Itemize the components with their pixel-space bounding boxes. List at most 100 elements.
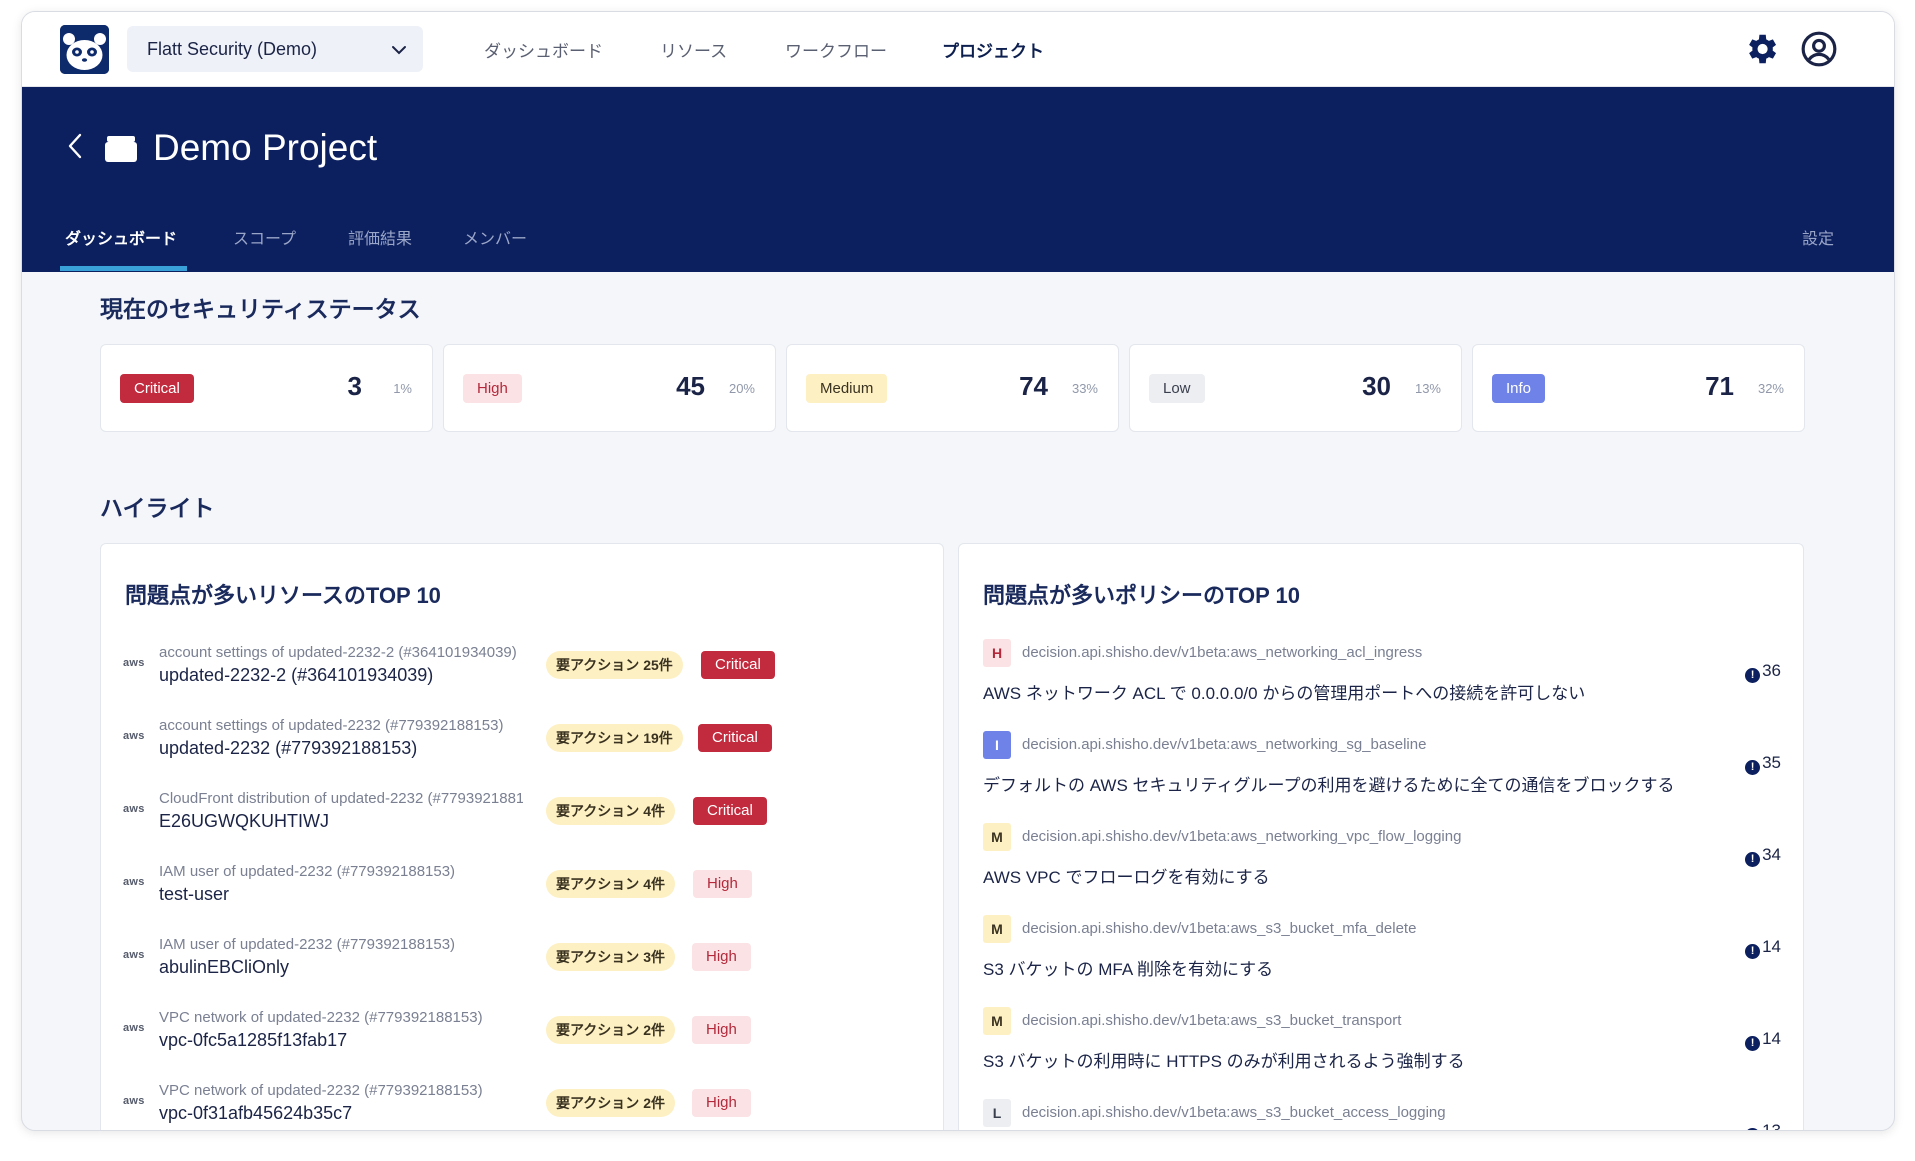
severity-badge: High — [693, 870, 752, 898]
action-required-badge: 要アクション 2件 — [546, 1089, 675, 1117]
aws-icon: aws — [123, 1022, 145, 1034]
project-title: Demo Project — [153, 127, 378, 168]
organization-select[interactable]: Flatt Security (Demo) — [127, 26, 423, 72]
action-required-badge: 要アクション 25件 — [546, 651, 683, 679]
tab-dashboard[interactable]: ダッシュボード — [65, 225, 177, 249]
policy-description: AWS VPC でフローログを有効にする — [983, 868, 1270, 887]
severity-badge: Info — [1492, 374, 1546, 403]
nav-resources[interactable]: リソース — [660, 37, 727, 62]
project-settings-link[interactable]: 設定 — [1802, 225, 1834, 249]
severity-badge: High — [463, 374, 522, 403]
tab-evaluation-results[interactable]: 評価結果 — [348, 225, 412, 249]
severity-letter-badge: M — [983, 823, 1011, 851]
nav-projects[interactable]: プロジェクト — [942, 37, 1044, 62]
severity-letter-badge: I — [983, 731, 1011, 759]
severity-letter-badge: H — [983, 639, 1011, 667]
resource-description: account settings of updated-2232 (#77939… — [159, 717, 504, 734]
tab-scope[interactable]: スコープ — [233, 225, 296, 249]
severity-badge: High — [692, 1089, 751, 1117]
top-resources-title: 問題点が多いリソースのTOP 10 — [125, 583, 441, 608]
active-tab-indicator — [60, 266, 187, 271]
resource-name: vpc-0f31afb45624b35c7 — [159, 1103, 353, 1123]
severity-percent: 1% — [393, 381, 412, 396]
top-resources-panel: 問題点が多いリソースのTOP 10 aws account settings o… — [100, 543, 944, 1130]
top-policies-panel: 問題点が多いポリシーのTOP 10 H decision.api.shisho.… — [958, 543, 1804, 1130]
nav-workflows[interactable]: ワークフロー — [785, 37, 887, 62]
resource-row[interactable]: aws VPC network of updated-2232 (#779392… — [101, 1001, 943, 1061]
resource-row[interactable]: aws IAM user of updated-2232 (#779392188… — [101, 928, 943, 988]
policy-row[interactable]: M decision.api.shisho.dev/v1beta:aws_net… — [959, 823, 1803, 915]
status-card-info[interactable]: Info 71 32% — [1472, 344, 1805, 432]
back-arrow-icon[interactable] — [64, 129, 88, 163]
highlights-title: ハイライト — [100, 495, 215, 521]
resource-description: VPC network of updated-2232 (#7793921881… — [159, 1009, 483, 1026]
severity-percent: 13% — [1414, 381, 1441, 396]
resource-name: abulinEBCliOnly — [159, 957, 290, 977]
aws-icon: aws — [123, 876, 145, 888]
resource-row[interactable]: aws CloudFront distribution of updated-2… — [101, 782, 943, 842]
severity-badge: Medium — [806, 374, 888, 403]
alert-icon: ! — [1745, 944, 1761, 959]
aws-icon: aws — [123, 730, 145, 742]
policy-row[interactable]: H decision.api.shisho.dev/v1beta:aws_net… — [959, 639, 1803, 731]
resource-name: vpc-0fc5a1285f13fab17 — [159, 1030, 348, 1050]
severity-badge: Critical — [693, 797, 767, 825]
top-bar: Flatt Security (Demo) ダッシュボード リソース ワークフロ… — [22, 12, 1894, 87]
status-card-critical[interactable]: Critical 3 1% — [100, 344, 433, 432]
resource-row[interactable]: aws account settings of updated-2232-2 (… — [101, 636, 943, 696]
policy-description: S3 バケットの MFA 削除を有効にする — [983, 960, 1274, 979]
aws-icon: aws — [123, 803, 145, 815]
resource-description: VPC network of updated-2232 (#7793921881… — [159, 1082, 483, 1099]
resource-description: IAM user of updated-2232 (#779392188153) — [159, 863, 456, 880]
alert-icon: ! — [1745, 760, 1761, 775]
resource-row[interactable]: aws IAM user of updated-2232 (#779392188… — [101, 855, 943, 915]
project-folder-icon — [105, 136, 137, 162]
alert-icon: ! — [1745, 852, 1761, 867]
action-required-badge: 要アクション 2件 — [546, 1016, 675, 1044]
severity-count: 3 — [347, 371, 362, 401]
status-card-high[interactable]: High 45 20% — [443, 344, 776, 432]
app-window: Flatt Security (Demo) ダッシュボード リソース ワークフロ… — [21, 11, 1895, 1131]
severity-count: 74 — [1019, 371, 1048, 401]
policy-issue-count: ! 14 — [1745, 937, 1781, 959]
policy-row[interactable]: M decision.api.shisho.dev/v1beta:aws_s3_… — [959, 1007, 1803, 1099]
nav-dashboard[interactable]: ダッシュボード — [484, 37, 603, 62]
severity-percent: 33% — [1071, 381, 1098, 396]
app-logo-icon[interactable] — [60, 25, 109, 74]
status-card-medium[interactable]: Medium 74 33% — [786, 344, 1119, 432]
policy-issue-count: ! 35 — [1745, 753, 1781, 775]
policy-id: decision.api.shisho.dev/v1beta:aws_s3_bu… — [1022, 1012, 1402, 1029]
policy-issue-count: ! 36 — [1745, 661, 1781, 683]
severity-count: 30 — [1362, 371, 1391, 401]
alert-icon: ! — [1745, 1128, 1761, 1130]
policy-row[interactable]: L decision.api.shisho.dev/v1beta:aws_s3_… — [959, 1099, 1803, 1130]
policy-description: AWS ネットワーク ACL で 0.0.0.0/0 からの管理用ポートへの接続… — [983, 684, 1586, 703]
resource-name: updated-2232-2 (#364101934039) — [159, 665, 434, 685]
resource-row[interactable]: aws VPC network of updated-2232 (#779392… — [101, 1074, 943, 1130]
resource-row[interactable]: aws account settings of updated-2232 (#7… — [101, 709, 943, 769]
severity-badge: High — [692, 943, 751, 971]
severity-badge: Low — [1149, 374, 1205, 403]
policy-id: decision.api.shisho.dev/v1beta:aws_s3_bu… — [1022, 920, 1417, 937]
alert-icon: ! — [1745, 1036, 1761, 1051]
action-required-badge: 要アクション 19件 — [546, 724, 683, 752]
organization-name: Flatt Security (Demo) — [147, 39, 318, 59]
user-account-icon[interactable] — [1800, 30, 1838, 68]
tab-members[interactable]: メンバー — [463, 225, 527, 249]
policy-row[interactable]: M decision.api.shisho.dev/v1beta:aws_s3_… — [959, 915, 1803, 1007]
aws-icon: aws — [123, 657, 145, 669]
policy-row[interactable]: I decision.api.shisho.dev/v1beta:aws_net… — [959, 731, 1803, 823]
policy-id: decision.api.shisho.dev/v1beta:aws_netwo… — [1022, 644, 1423, 661]
severity-badge: High — [692, 1016, 751, 1044]
security-status-title: 現在のセキュリティステータス — [100, 296, 421, 322]
severity-badge: Critical — [120, 374, 194, 403]
severity-letter-badge: L — [983, 1099, 1011, 1127]
severity-percent: 20% — [728, 381, 755, 396]
project-header: Demo Project ダッシュボード スコープ 評価結果 メンバー 設定 — [22, 87, 1894, 272]
action-required-badge: 要アクション 4件 — [546, 870, 675, 898]
status-card-low[interactable]: Low 30 13% — [1129, 344, 1462, 432]
gear-icon[interactable] — [1742, 30, 1780, 68]
alert-icon: ! — [1745, 668, 1761, 683]
severity-letter-badge: M — [983, 915, 1011, 943]
chevron-down-icon — [392, 46, 406, 55]
